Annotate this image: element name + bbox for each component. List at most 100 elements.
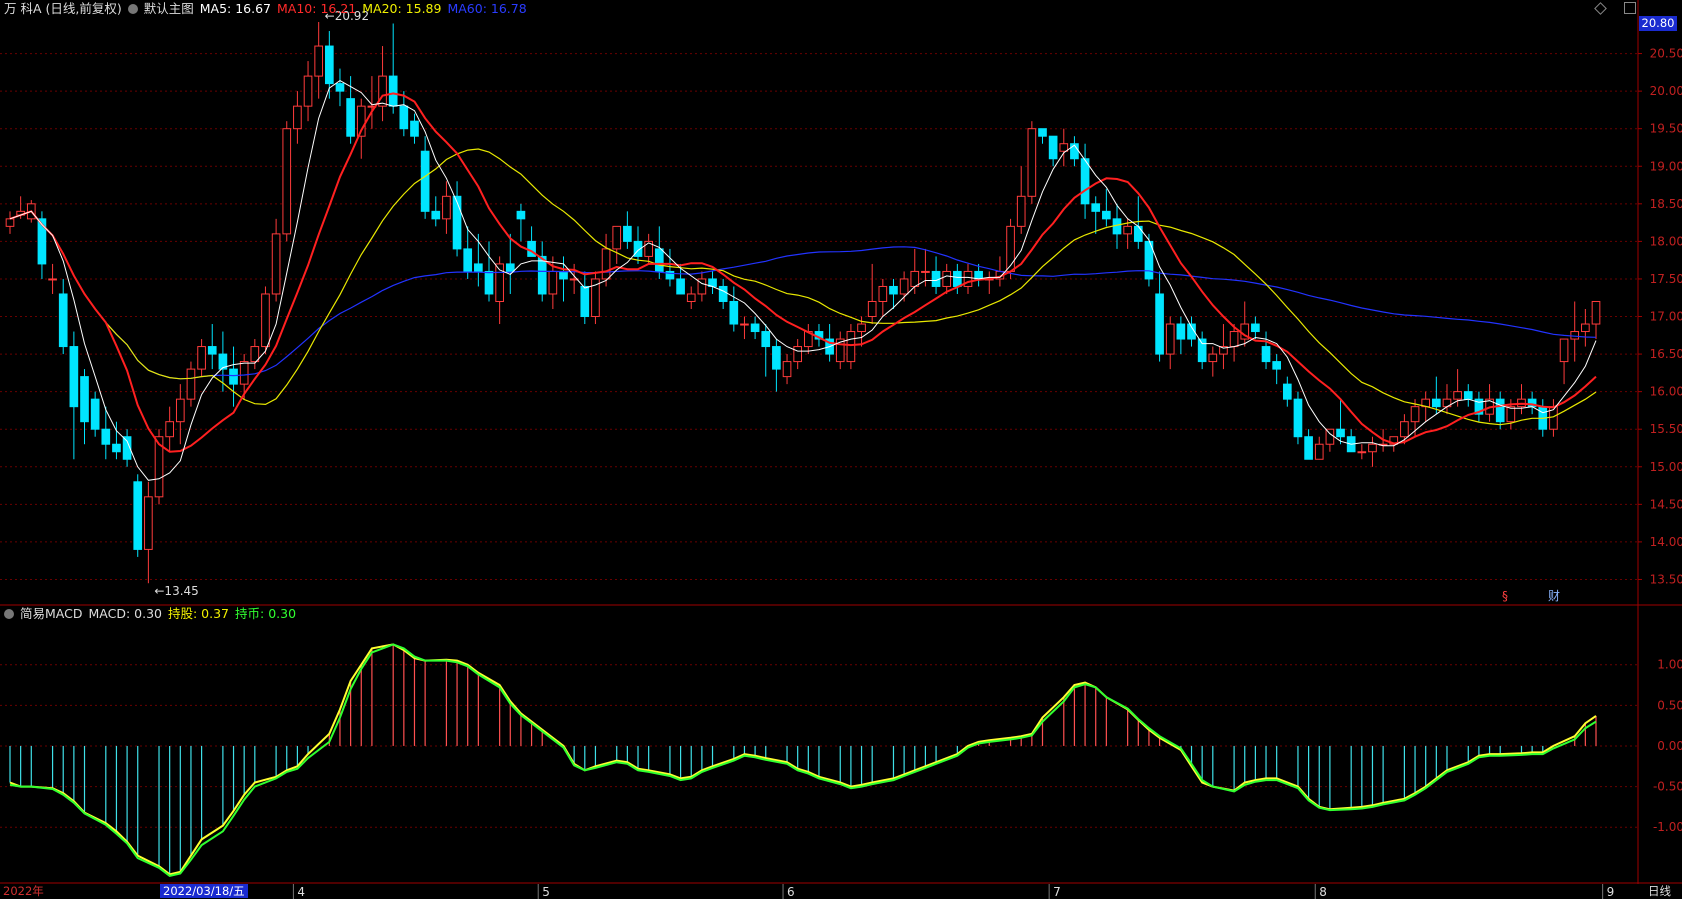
ma60-value: MA60: 16.78 <box>447 1 527 16</box>
candle-down <box>974 270 983 280</box>
candle-down <box>1133 225 1143 242</box>
ma60-line <box>9 210 1597 380</box>
candle-up <box>314 45 324 77</box>
candle-down <box>431 210 441 220</box>
ma5-value: MA5: 16.67 <box>199 1 272 16</box>
candle-down <box>207 346 217 355</box>
candle-down <box>1304 436 1313 460</box>
month-label: 8 <box>1319 885 1327 899</box>
candle-up <box>5 218 15 227</box>
selected-date-box: 2022/03/18/五 <box>160 884 248 898</box>
candle-down <box>1251 323 1260 333</box>
hold-line <box>9 643 1597 876</box>
low-price-label: ←13.45 <box>154 584 198 598</box>
main-y-tick-label: 18.50 <box>1650 197 1682 211</box>
candle-up <box>1208 353 1218 363</box>
chart-canvas[interactable]: 13.50 14.00 14.50 15.00 15.50 16.00 16.50 17.00… <box>0 0 1682 899</box>
candle-down <box>772 346 781 370</box>
candle-up <box>942 270 952 287</box>
main-y-tick-label: 20.50 <box>1650 47 1682 61</box>
dividend-marker-icon: § <box>1502 589 1508 603</box>
candle-down <box>1282 383 1292 400</box>
main-y-tick-label: 14.50 <box>1650 497 1682 511</box>
hold-value: 持股: 0.37 <box>167 606 230 621</box>
candle-down <box>1048 135 1058 160</box>
candle-up <box>878 285 888 302</box>
candle-up <box>282 128 292 235</box>
candle-down <box>324 45 334 85</box>
candle-up <box>1059 143 1069 152</box>
candle-up <box>1165 323 1175 355</box>
main-y-tick-label: 15.00 <box>1650 460 1682 474</box>
main-y-tick-label: 17.00 <box>1650 310 1682 324</box>
candle-down <box>346 98 355 137</box>
ma20-value: MA20: 15.89 <box>362 1 442 16</box>
macd-value: MACD: 0.30 <box>88 606 162 621</box>
candle-down <box>1197 338 1207 363</box>
candle-up <box>442 195 451 220</box>
macd-dropdown-circle-icon[interactable] <box>4 609 14 619</box>
coin-value: 持币: 0.30 <box>235 606 297 621</box>
candle-up <box>261 293 270 348</box>
window-restore-icon[interactable] <box>1624 2 1636 14</box>
candle-down <box>1038 128 1047 137</box>
candle-up <box>899 278 909 295</box>
main-chart-label[interactable]: 默认主图 <box>144 1 194 16</box>
candle-down <box>623 225 632 242</box>
candle-up <box>1559 338 1569 363</box>
candle-up <box>601 248 611 280</box>
candle-up <box>1591 300 1601 325</box>
main-y-tick-label: 15.50 <box>1650 422 1682 436</box>
macd-header: 简易MACD MACD: 0.30 持股: 0.37 持币: 0.30 <box>4 606 302 622</box>
candle-down <box>452 195 462 250</box>
candle-up <box>239 361 249 385</box>
candle-up <box>378 75 387 107</box>
candle-down <box>1293 398 1303 438</box>
candle-down <box>484 270 494 295</box>
candle-up <box>144 496 153 550</box>
macd-name[interactable]: 简易MACD <box>20 606 82 621</box>
candle-down <box>133 481 143 550</box>
candle-down <box>1102 210 1111 220</box>
candle-up <box>1357 451 1367 454</box>
candle-down <box>580 285 590 318</box>
macd-y-tick-label: -1.00 <box>1653 820 1682 834</box>
month-label: 7 <box>1053 885 1061 899</box>
candle-down <box>729 300 739 325</box>
main-y-tick-label: 14.00 <box>1650 535 1682 549</box>
candle-down <box>335 83 345 92</box>
candle-down <box>1463 391 1473 400</box>
candle-up <box>686 293 696 302</box>
candle-up <box>303 75 313 107</box>
candle-down <box>537 255 547 295</box>
candle-down <box>69 346 79 408</box>
candle-up <box>1314 443 1324 460</box>
candle-up <box>910 270 920 287</box>
candle-down <box>676 278 685 295</box>
current-price-box: 20.80 <box>1639 16 1677 31</box>
candle-down <box>654 248 664 272</box>
main-chart-header: 万 科A (日线,前复权) 默认主图 MA5: 16.67 MA10: 16.21 MA… <box>4 1 533 17</box>
dropdown-circle-icon[interactable] <box>127 4 138 14</box>
candle-up <box>793 346 803 363</box>
candle-down <box>761 331 771 348</box>
main-y-tick-label: 19.00 <box>1650 159 1682 173</box>
candle-up <box>548 270 558 295</box>
month-label: 5 <box>542 885 550 899</box>
candle-down <box>58 293 68 348</box>
main-y-tick-label: 16.50 <box>1650 347 1682 361</box>
candle-up <box>1368 443 1377 453</box>
candle-down <box>101 428 111 445</box>
main-y-tick-label: 20.00 <box>1650 84 1682 98</box>
candle-up <box>1581 323 1590 333</box>
candle-up <box>197 346 206 370</box>
ma10-value: MA10: 16.21 <box>277 1 357 16</box>
period-label[interactable]: 日线 <box>1648 884 1671 898</box>
main-y-tick-label: 13.50 <box>1650 572 1682 586</box>
coin-line <box>9 643 1597 877</box>
candle-up <box>271 233 281 295</box>
candle-down <box>1272 361 1282 370</box>
macd-y-tick-label: 1.00 <box>1657 658 1682 672</box>
candle-down <box>1336 428 1345 438</box>
candle-down <box>90 398 100 430</box>
